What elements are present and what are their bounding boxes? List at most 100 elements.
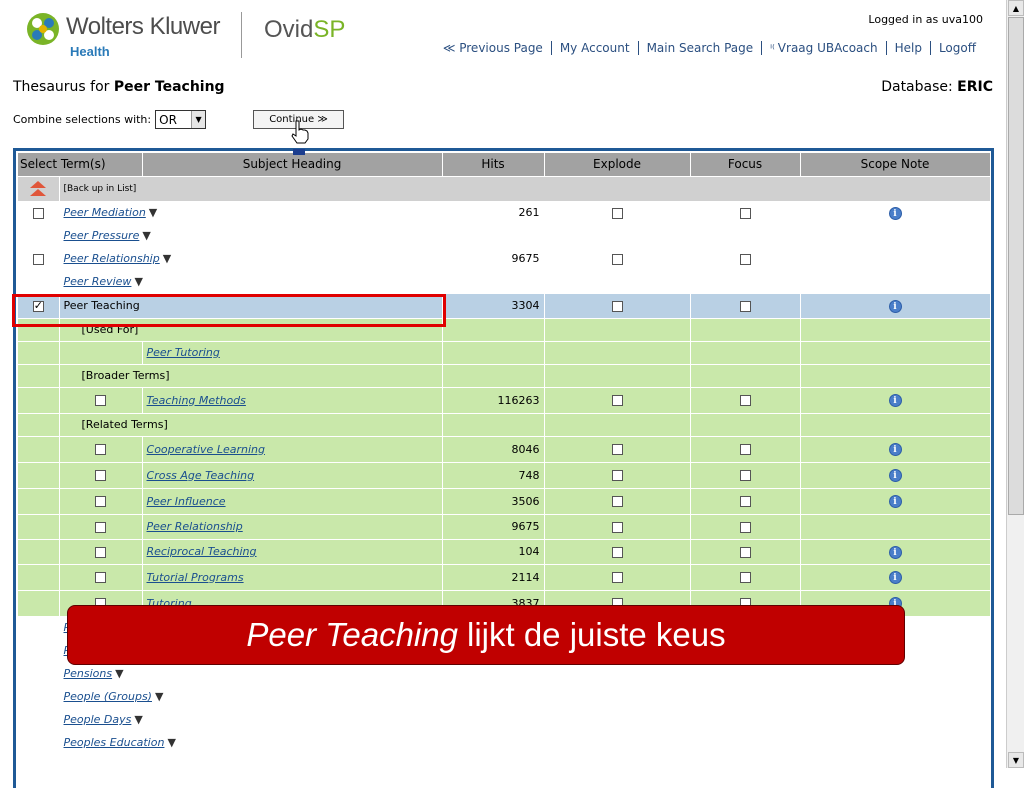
expand-arrow-icon[interactable]: ▼ [163,252,171,265]
nav-logoff[interactable]: Logoff [931,41,984,55]
select-checkbox[interactable] [32,253,44,265]
term-link-cross-age-teaching[interactable]: Cross Age Teaching [147,469,255,482]
focus-checkbox[interactable] [739,207,751,219]
info-icon[interactable]: i [888,299,902,313]
expand-arrow-icon[interactable]: ▼ [134,713,142,726]
nav-help[interactable]: Help [887,41,930,55]
nav-vraag-ubacoach[interactable]: ⁱ⁽ Vraag UBAcoach [762,41,885,55]
expand-arrow-icon[interactable]: ▼ [149,206,157,219]
term-link-peer-tutoring[interactable]: Peer Tutoring [147,346,220,359]
explode-checkbox[interactable] [611,546,623,558]
explode-cell [544,247,691,271]
focus-checkbox[interactable] [739,470,751,481]
term-link-peoples-education[interactable]: Peoples Education [64,736,165,749]
info-icon[interactable]: i [888,394,902,407]
col-header-focus: Focus [690,153,801,177]
term-link-peer-pressure[interactable]: Peer Pressure [64,229,140,242]
explode-checkbox[interactable] [611,300,623,312]
col-header-scope-note: Scope Note [800,153,991,177]
info-icon[interactable]: i [888,495,902,508]
vertical-scrollbar[interactable]: ▲ ▼ [1006,0,1024,768]
focus-checkbox[interactable] [739,521,751,533]
combine-operator-select[interactable]: OR ▼ [155,110,207,129]
term-link-people-days[interactable]: People Days [64,713,132,726]
select-checkbox[interactable] [95,470,106,481]
explode-checkbox[interactable] [611,253,623,265]
select-checkbox[interactable] [32,207,44,219]
focus-cell [690,201,801,225]
explode-checkbox[interactable] [611,444,623,455]
focus-checkbox[interactable] [739,300,751,312]
col-header-explode: Explode [544,153,691,177]
term-link-people-groups[interactable]: People (Groups) [64,690,152,703]
double-up-arrow-icon[interactable] [29,180,47,198]
focus-checkbox[interactable] [739,546,751,558]
nav-my-account[interactable]: My Account [552,41,638,55]
table-row: Peer Tutoring [18,341,991,365]
select-checkbox[interactable] [95,496,106,507]
info-icon[interactable]: i [888,206,902,220]
info-icon[interactable]: i [888,469,902,482]
expand-arrow-icon[interactable]: ▼ [142,229,150,242]
select-checkbox[interactable] [95,395,106,406]
hits-cell: 3304 [442,293,545,319]
select-checkbox[interactable] [95,444,106,455]
scroll-down-icon[interactable]: ▼ [1008,752,1024,768]
focus-checkbox[interactable] [739,253,751,265]
scrollbar-thumb[interactable] [1008,17,1024,515]
term-link-reciprocal-teaching[interactable]: Reciprocal Teaching [147,545,257,558]
thesaurus-table-panel: Select Term(s) Subject Heading Hits Expl… [13,148,994,788]
section-label-related-terms: [Related Terms] [59,413,443,437]
cursor-focus-mark [293,149,305,155]
explode-checkbox[interactable] [611,395,623,406]
focus-checkbox[interactable] [739,395,751,406]
explode-checkbox[interactable] [611,572,623,583]
explode-checkbox[interactable] [611,470,623,481]
subject-cell: Teaching Methods [142,387,443,414]
term-link-peer-review[interactable]: Peer Review [64,275,132,288]
nav-vraag-ubacoach-label: Vraag UBAcoach [777,41,878,55]
focus-checkbox[interactable] [739,444,751,455]
back-up-label[interactable]: [Back up in List] [59,176,991,202]
term-link-tutorial-programs[interactable]: Tutorial Programs [147,571,244,584]
expand-arrow-icon[interactable]: ▼ [155,690,163,703]
table-row: Peer Relationship ▼ 9675 [18,247,991,271]
explode-checkbox[interactable] [611,207,623,219]
hits-cell: 8046 [442,436,545,463]
focus-checkbox[interactable] [739,572,751,583]
select-checkbox[interactable] [95,572,106,583]
col-header-hits: Hits [442,153,545,177]
term-link-peer-relationship[interactable]: Peer Relationship [64,252,160,265]
info-icon[interactable]: i [888,443,902,456]
term-link-peer-influence[interactable]: Peer Influence [147,495,226,508]
select-checkbox[interactable] [95,521,106,533]
hits-cell: 104 [442,539,545,565]
focus-checkbox[interactable] [739,496,751,507]
scope-note-cell [800,247,991,271]
page-title-prefix: Thesaurus for [13,79,114,95]
info-icon[interactable]: i [888,571,902,584]
col-header-select: Select Term(s) [18,153,143,177]
term-link-peer-relationship-related[interactable]: Peer Relationship [147,520,243,533]
top-navigation: ≪ Previous Page My Account Main Search P… [435,41,984,55]
term-link-pensions[interactable]: Pensions [64,667,113,680]
term-link-teaching-methods[interactable]: Teaching Methods [147,394,246,407]
expand-arrow-icon[interactable]: ▼ [167,736,175,749]
scroll-up-icon[interactable]: ▲ [1008,0,1024,16]
brand-company: Wolters Kluwer [66,13,220,40]
hits-cell: 9675 [442,247,545,271]
expand-arrow-icon[interactable]: ▼ [115,667,123,680]
info-icon[interactable]: i [888,545,902,559]
expand-arrow-icon[interactable]: ▼ [134,275,142,288]
term-link-peer-mediation[interactable]: Peer Mediation [64,206,146,219]
explode-checkbox[interactable] [611,496,623,507]
table-row: Peer Relationship 9675 [18,514,991,540]
select-checkbox[interactable] [95,546,106,558]
nav-previous-page[interactable]: ≪ Previous Page [435,41,551,55]
nav-main-search-page[interactable]: Main Search Page [639,41,762,55]
hits-cell: 9675 [442,514,545,540]
back-up-cell [18,176,60,202]
brand-product-a: Ovid [264,16,314,43]
explode-checkbox[interactable] [611,521,623,533]
term-link-cooperative-learning[interactable]: Cooperative Learning [147,443,265,456]
